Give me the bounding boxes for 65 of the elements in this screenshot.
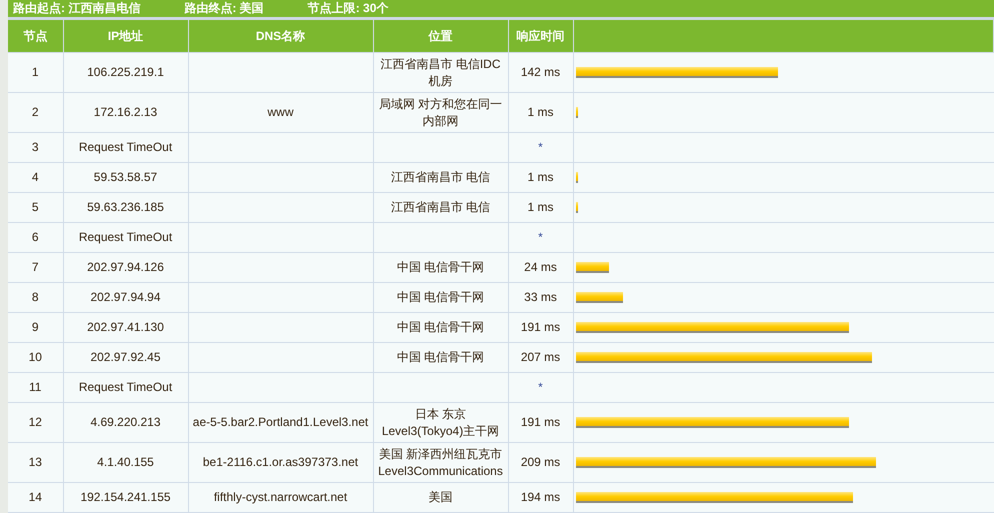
table-cell: 194 ms xyxy=(508,482,573,512)
table-cell: 4.69.220.213 xyxy=(63,402,188,442)
table-cell: 13 xyxy=(8,442,63,482)
table-cell: 局域网 对方和您在同一内部网 xyxy=(373,92,508,132)
table-cell: 191 ms xyxy=(508,312,573,342)
table-cell: 207 ms xyxy=(508,342,573,372)
table-cell: 江西省南昌市 电信 xyxy=(373,162,508,192)
timeout-mark: * xyxy=(538,230,543,244)
table-cell: 59.63.236.185 xyxy=(63,192,188,222)
table-cell: be1-2116.c1.or.as397373.net xyxy=(188,442,373,482)
table-cell: 14 xyxy=(8,482,63,512)
table-cell: 142 ms xyxy=(508,52,573,92)
table-cell: 2 xyxy=(8,92,63,132)
table-cell: 中国 电信骨干网 xyxy=(373,312,508,342)
table-cell: 中国 电信骨干网 xyxy=(373,252,508,282)
table-cell: 202.97.41.130 xyxy=(63,312,188,342)
table-cell: 美国 新泽西州纽瓦克市Level3Communications xyxy=(373,442,508,482)
table-cell: 33 ms xyxy=(508,282,573,312)
column-header: IP地址 xyxy=(63,20,188,52)
table-cell: Request TimeOut xyxy=(63,132,188,162)
table-cell: 191 ms xyxy=(508,402,573,442)
table-cell: 1 xyxy=(8,52,63,92)
table-cell: 4.1.40.155 xyxy=(63,442,188,482)
column-header: 响应时间 xyxy=(508,20,573,52)
table-cell: 日本 东京Level3(Tokyo4)主干网 xyxy=(373,402,508,442)
route-summary-text: 节点上限: 30个 xyxy=(308,0,388,17)
table-cell: 1 ms xyxy=(508,192,573,222)
column-header: 位置 xyxy=(373,20,508,52)
table-cell: 209 ms xyxy=(508,442,573,482)
table-cell: 202.97.94.94 xyxy=(63,282,188,312)
table-cell: 3 xyxy=(8,132,63,162)
table-cell: 8 xyxy=(8,282,63,312)
timeout-mark: * xyxy=(538,380,543,394)
route-summary-text: 路由终点: 美国 xyxy=(184,0,264,17)
column-header: 节点 xyxy=(8,20,63,52)
table-cell: 10 xyxy=(8,342,63,372)
column-header: DNS名称 xyxy=(188,20,373,52)
table-cell: 9 xyxy=(8,312,63,342)
table-cell: 7 xyxy=(8,252,63,282)
table-cell: 59.53.58.57 xyxy=(63,162,188,192)
table-cell: 11 xyxy=(8,372,63,402)
table-cell: 1 ms xyxy=(508,92,573,132)
table-cell: 中国 电信骨干网 xyxy=(373,282,508,312)
route-summary-text: 路由起点: 江西南昌电信 xyxy=(13,0,140,17)
timeout-mark: * xyxy=(538,140,543,154)
table-cell: 美国 xyxy=(373,482,508,512)
table-cell: 172.16.2.13 xyxy=(63,92,188,132)
table-cell: 江西省南昌市 电信IDC机房 xyxy=(373,52,508,92)
table-cell: ae-5-5.bar2.Portland1.Level3.net xyxy=(188,402,373,442)
table-cell: 202.97.92.45 xyxy=(63,342,188,372)
table-cell: 12 xyxy=(8,402,63,442)
table-cell: 中国 电信骨干网 xyxy=(373,342,508,372)
table-cell: 1 ms xyxy=(508,162,573,192)
table-cell: 192.154.241.155 xyxy=(63,482,188,512)
table-cell: fifthly-cyst.narrowcart.net xyxy=(188,482,373,512)
table-cell: 24 ms xyxy=(508,252,573,282)
table-cell: 202.97.94.126 xyxy=(63,252,188,282)
table-cell: 106.225.219.1 xyxy=(63,52,188,92)
table-cell: 5 xyxy=(8,192,63,222)
table-cell: www xyxy=(188,92,373,132)
table-cell: 6 xyxy=(8,222,63,252)
table-cell: 江西省南昌市 电信 xyxy=(373,192,508,222)
table-cell: Request TimeOut xyxy=(63,372,188,402)
table-cell: Request TimeOut xyxy=(63,222,188,252)
table-cell: 4 xyxy=(8,162,63,192)
